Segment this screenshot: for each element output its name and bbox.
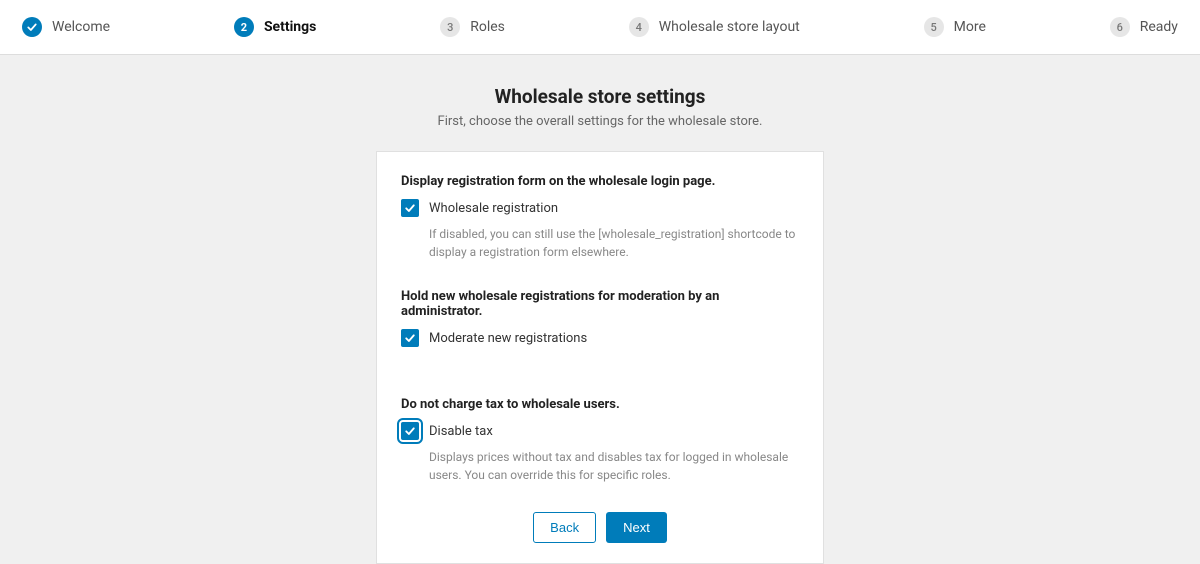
checkbox-label: Wholesale registration (429, 201, 558, 216)
checkbox-label: Moderate new registrations (429, 331, 587, 346)
step-label: Wholesale store layout (659, 19, 800, 35)
page-title: Wholesale store settings (0, 85, 1200, 108)
checkbox-moderate-registrations[interactable] (401, 329, 419, 347)
step-wholesale-store-layout[interactable]: 4 Wholesale store layout (629, 17, 800, 37)
step-number-icon: 2 (234, 17, 254, 37)
section-moderation: Hold new wholesale registrations for mod… (401, 289, 799, 347)
step-more[interactable]: 5 More (924, 17, 986, 37)
checkbox-row-registration: Wholesale registration (401, 199, 799, 217)
step-label: Settings (264, 19, 316, 35)
step-label: Roles (470, 19, 505, 35)
main-content: Wholesale store settings First, choose t… (0, 55, 1200, 564)
checkbox-row-moderation: Moderate new registrations (401, 329, 799, 347)
section-registration: Display registration form on the wholesa… (401, 174, 799, 261)
page-heading: Wholesale store settings First, choose t… (0, 85, 1200, 129)
checkbox-label: Disable tax (429, 424, 493, 439)
step-number-icon: 6 (1110, 17, 1130, 37)
checkbox-row-tax: Disable tax (401, 422, 799, 440)
section-title: Hold new wholesale registrations for mod… (401, 289, 799, 319)
step-settings[interactable]: 2 Settings (234, 17, 316, 37)
next-button[interactable]: Next (606, 512, 667, 543)
step-number-icon: 4 (629, 17, 649, 37)
step-label: More (954, 19, 986, 35)
hint-text: If disabled, you can still use the [whol… (429, 225, 799, 261)
step-roles[interactable]: 3 Roles (440, 17, 505, 37)
step-number-icon: 5 (924, 17, 944, 37)
step-number-icon: 3 (440, 17, 460, 37)
wizard-stepper: Welcome 2 Settings 3 Roles 4 Wholesale s… (0, 0, 1200, 55)
step-ready[interactable]: 6 Ready (1110, 17, 1178, 37)
step-label: Ready (1140, 19, 1178, 35)
step-label: Welcome (52, 19, 110, 35)
back-button[interactable]: Back (533, 512, 596, 543)
hint-text: Displays prices without tax and disables… (429, 448, 799, 484)
checkbox-wholesale-registration[interactable] (401, 199, 419, 217)
page-subtitle: First, choose the overall settings for t… (0, 114, 1200, 129)
section-title: Display registration form on the wholesa… (401, 174, 799, 189)
section-tax: Do not charge tax to wholesale users. Di… (401, 397, 799, 484)
section-title: Do not charge tax to wholesale users. (401, 397, 799, 412)
check-icon (22, 17, 42, 37)
step-welcome[interactable]: Welcome (22, 17, 110, 37)
checkbox-disable-tax[interactable] (401, 422, 419, 440)
button-bar: Back Next (401, 512, 799, 543)
settings-card: Display registration form on the wholesa… (376, 151, 824, 564)
